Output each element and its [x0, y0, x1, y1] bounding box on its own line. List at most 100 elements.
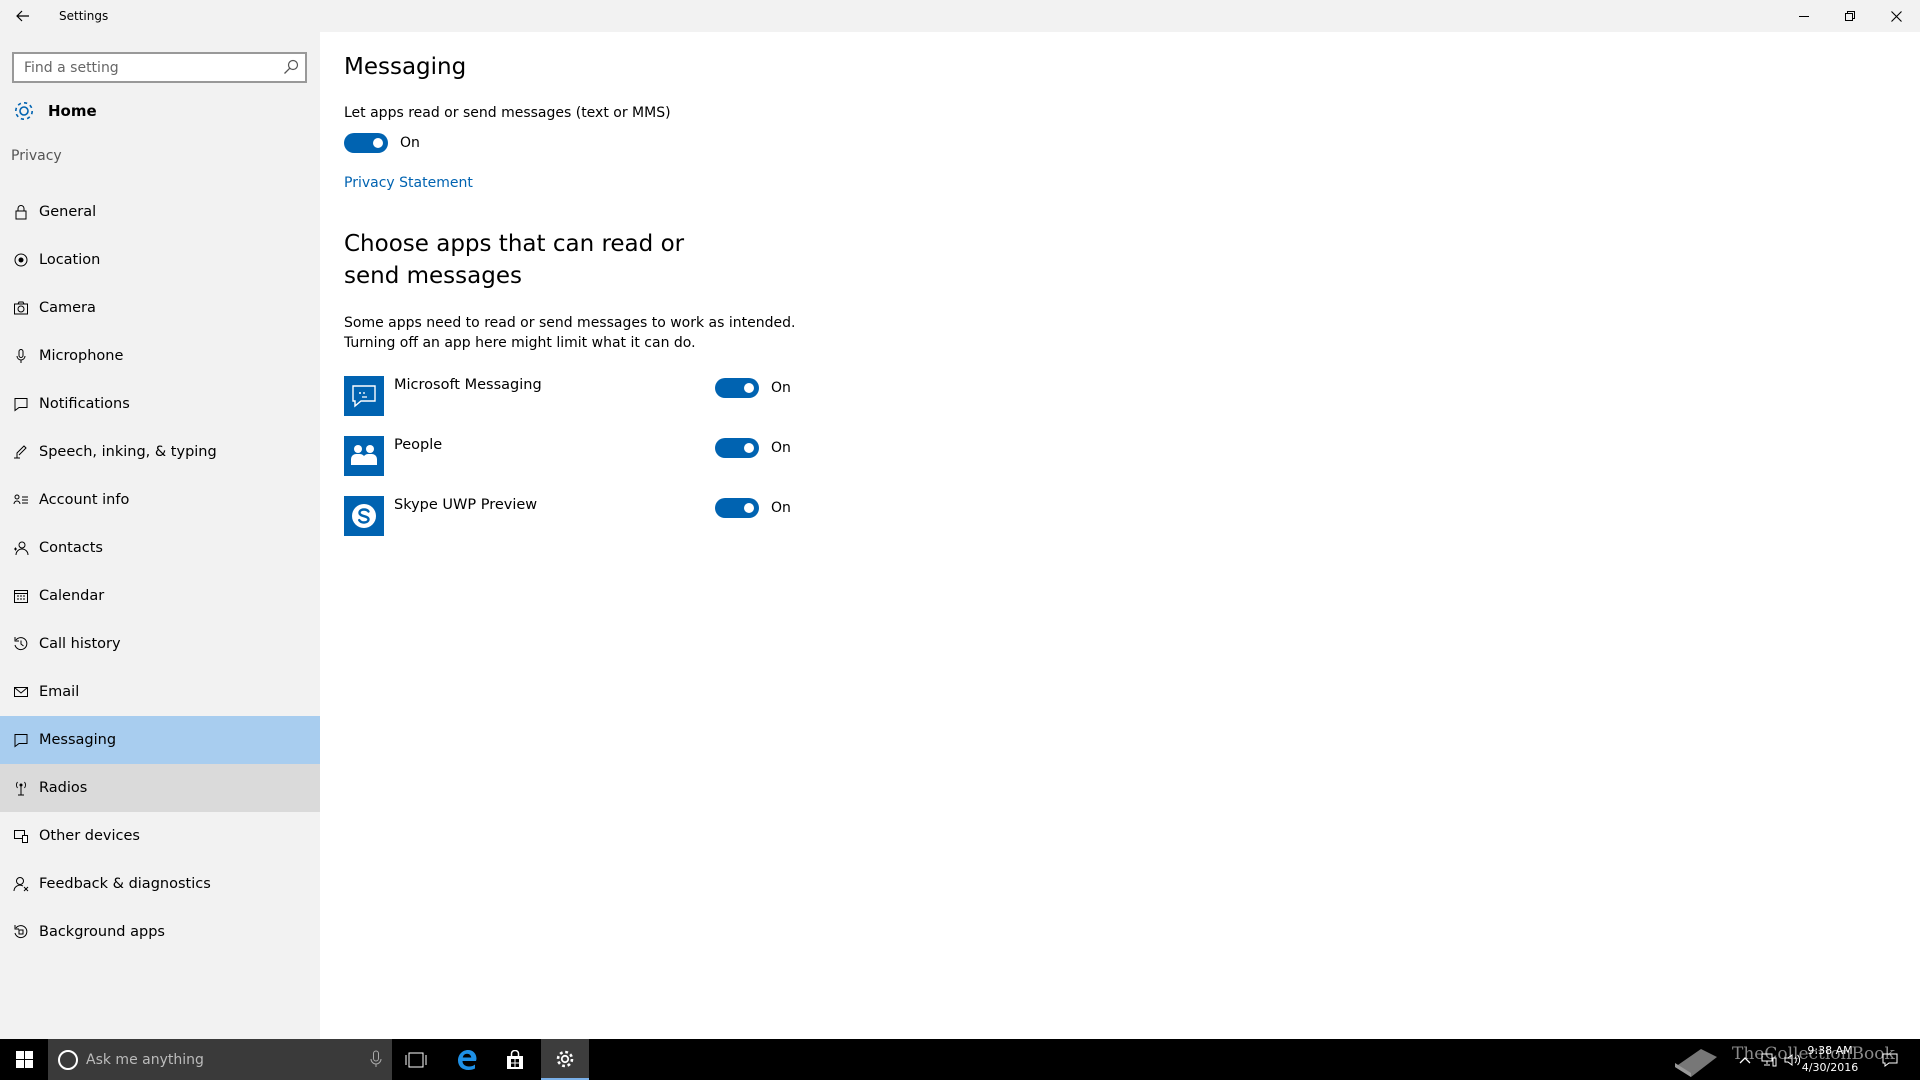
nav-item-label: Call history: [39, 636, 121, 652]
cortana-search-input[interactable]: [86, 1051, 356, 1068]
skype-app-icon: [344, 496, 384, 536]
network-button[interactable]: [1757, 1039, 1781, 1080]
nav-item-label: Location: [39, 252, 101, 268]
nav-item-other-devices[interactable]: Other devices: [0, 812, 320, 860]
nav-item-background-apps[interactable]: Background apps: [0, 908, 320, 956]
nav-item-label: Feedback & diagnostics: [39, 876, 211, 892]
nav-item-label: Speech, inking, & typing: [39, 444, 217, 460]
book-logo-icon: [1668, 1039, 1724, 1080]
back-arrow-icon: [16, 10, 29, 22]
nav-item-calendar[interactable]: Calendar: [0, 572, 320, 620]
clock-time: 9:38 AM: [1807, 1044, 1853, 1057]
clock-date: 4/30/2016: [1801, 1061, 1859, 1074]
microphone-icon: [0, 348, 39, 364]
location-icon: [0, 252, 39, 268]
apps-heading: Choose apps that can read or send messag…: [344, 231, 685, 289]
show-hidden-icons-button[interactable]: [1733, 1039, 1757, 1080]
cortana-icon: [58, 1049, 78, 1070]
app-toggle-row: On: [715, 438, 791, 458]
nav-item-contacts[interactable]: Contacts: [0, 524, 320, 572]
taskbar-clock[interactable]: 9:38 AM 4/30/2016: [1795, 1042, 1865, 1076]
nav-item-camera[interactable]: Camera: [0, 284, 320, 332]
minimize-icon: [1799, 16, 1809, 17]
find-setting-box[interactable]: [12, 52, 307, 83]
people-toggle[interactable]: [715, 438, 759, 458]
nav-item-label: Account info: [39, 492, 130, 508]
background-apps-icon: [0, 924, 39, 940]
app-toggle-label: On: [771, 440, 791, 456]
back-button[interactable]: [0, 0, 46, 32]
home-label: Home: [48, 102, 97, 120]
store-button[interactable]: [491, 1039, 539, 1080]
cortana-search-box[interactable]: [48, 1039, 392, 1080]
app-toggle-label: On: [771, 380, 791, 396]
calendar-icon: [0, 588, 39, 604]
app-row-microsoft-messaging: Microsoft Messaging On: [344, 376, 864, 416]
page-title: Messaging: [344, 54, 467, 80]
master-toggle-label: On: [400, 135, 420, 151]
app-row-people: People On: [344, 436, 864, 476]
find-setting-input[interactable]: [14, 54, 269, 81]
nav-item-email[interactable]: Email: [0, 668, 320, 716]
nav-item-speech[interactable]: Speech, inking, & typing: [0, 428, 320, 476]
edge-button[interactable]: [443, 1039, 491, 1080]
skype-toggle[interactable]: [715, 498, 759, 518]
app-name: Microsoft Messaging: [394, 377, 542, 393]
restore-button[interactable]: [1827, 0, 1873, 32]
app-toggle-row: On: [715, 378, 791, 398]
speech-icon: [0, 444, 39, 460]
action-center-icon: [1882, 1053, 1898, 1067]
edge-icon: [458, 1049, 477, 1070]
nav-item-general[interactable]: General: [0, 188, 320, 236]
nav-item-label: Messaging: [39, 732, 117, 748]
content-pane: Messaging Let apps read or send messages…: [320, 32, 1920, 1039]
app-row-skype: Skype UWP Preview On: [344, 496, 864, 536]
radios-icon: [0, 780, 39, 796]
app-name: People: [394, 437, 443, 453]
home-link[interactable]: Home: [0, 92, 320, 130]
nav-item-messaging[interactable]: Messaging: [0, 716, 320, 764]
nav-item-account-info[interactable]: Account info: [0, 476, 320, 524]
people-app-icon: [344, 436, 384, 476]
camera-icon: [0, 300, 39, 316]
close-icon: [1890, 10, 1902, 22]
nav-item-label: Background apps: [39, 924, 165, 940]
start-button[interactable]: [0, 1039, 48, 1080]
privacy-statement-link[interactable]: Privacy Statement: [344, 175, 473, 191]
windows-logo-icon: [15, 1051, 33, 1068]
search-icon[interactable]: [283, 59, 299, 79]
history-icon: [0, 636, 39, 652]
section-label: Privacy: [11, 148, 62, 164]
lock-icon: [0, 204, 39, 220]
account-info-icon: [0, 492, 39, 508]
chevron-up-icon: [1739, 1056, 1751, 1063]
microsoft-messaging-toggle[interactable]: [715, 378, 759, 398]
nav-item-microphone[interactable]: Microphone: [0, 332, 320, 380]
messaging-app-icon: [344, 376, 384, 416]
feedback-icon: [0, 876, 39, 892]
nav-item-label: Notifications: [39, 396, 130, 412]
minimize-button[interactable]: [1781, 0, 1827, 32]
devices-icon: [0, 828, 39, 844]
microphone-icon[interactable]: [370, 1050, 382, 1072]
master-toggle-row: On: [344, 133, 420, 153]
master-toggle[interactable]: [344, 133, 388, 153]
window-title: Settings: [59, 9, 109, 23]
settings-taskbar-button[interactable]: [541, 1039, 589, 1080]
nav-item-label: Contacts: [39, 540, 103, 556]
master-description: Let apps read or send messages (text or …: [344, 105, 671, 121]
action-center-button[interactable]: [1870, 1039, 1910, 1080]
nav-item-location[interactable]: Location: [0, 236, 320, 284]
network-icon: [1761, 1053, 1777, 1066]
task-view-button[interactable]: [392, 1039, 440, 1080]
nav-item-label: Camera: [39, 300, 96, 316]
nav-item-label: Microphone: [39, 348, 124, 364]
close-button[interactable]: [1873, 0, 1919, 32]
title-bar: Settings: [0, 0, 1920, 32]
nav-item-radios[interactable]: Radios: [0, 764, 320, 812]
messaging-icon: [0, 732, 39, 748]
app-toggle-label: On: [771, 500, 791, 516]
nav-item-notifications[interactable]: Notifications: [0, 380, 320, 428]
nav-item-call-history[interactable]: Call history: [0, 620, 320, 668]
nav-item-feedback[interactable]: Feedback & diagnostics: [0, 860, 320, 908]
